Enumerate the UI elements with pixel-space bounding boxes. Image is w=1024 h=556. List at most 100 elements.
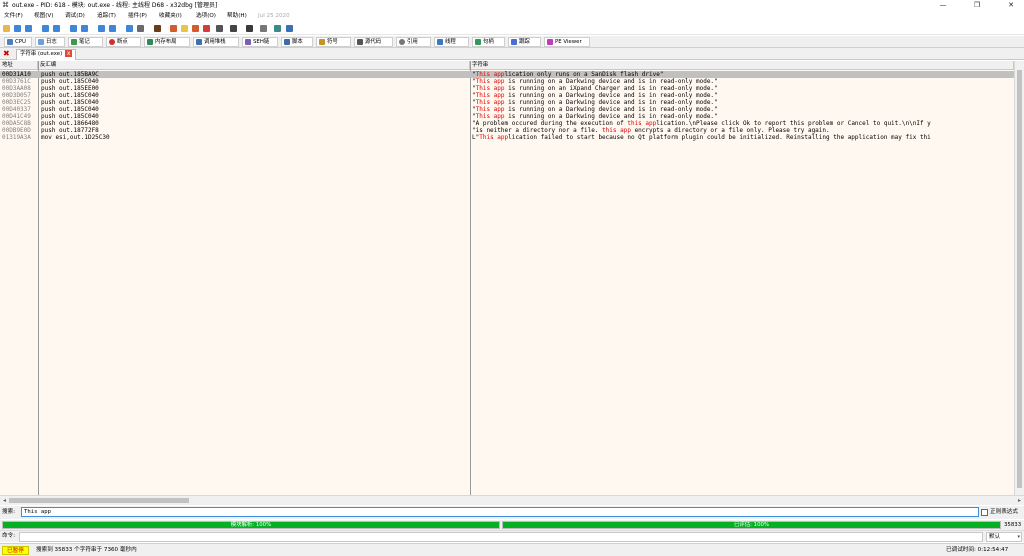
menu-options[interactable]: 选项(O)	[196, 13, 216, 20]
horizontal-scrollbar[interactable]: ◂ ▸	[0, 495, 1024, 505]
row-address: 00D3761C	[2, 78, 31, 85]
row-string: "This application only runs on a SanDisk…	[472, 71, 1014, 78]
tab-script[interactable]: 脚本	[281, 37, 313, 47]
vertical-scroll-thumb[interactable]	[1017, 70, 1022, 488]
row-string: L"This application failed to start becau…	[472, 134, 1014, 141]
table-row[interactable]: 00D31A10 push out.185BA9C "This applicatio…	[0, 71, 1014, 78]
calculator-icon[interactable]	[260, 25, 267, 32]
tab-source[interactable]: 源代码	[354, 37, 393, 47]
string-text: "A problem occured during the execution …	[472, 120, 628, 127]
close-window-button[interactable]: ✕	[1000, 0, 1022, 11]
table-row[interactable]: 00D3D057 push out.185C040 "This app is run…	[0, 92, 1014, 99]
table-row[interactable]: 00DA5C8B push out.1866480 "A problem occur…	[0, 120, 1014, 127]
evaluation-progress: 已评估: 100%	[502, 521, 1001, 529]
row-disassembly: push out.18772F8	[41, 127, 99, 134]
breakpoint-icon	[109, 38, 115, 45]
table-row[interactable]: 00D41C49 push out.185C040 "This app is run…	[0, 113, 1014, 120]
close-reference-panel-icon[interactable]: ✖	[3, 50, 11, 58]
row-string: "This app is running on a Darkwing devic…	[472, 78, 1014, 85]
help-icon[interactable]	[286, 25, 293, 32]
comments-icon[interactable]	[181, 25, 188, 32]
close-icon[interactable]	[25, 25, 32, 32]
step-into-icon[interactable]	[70, 25, 77, 32]
tab-strings-out-exe[interactable]: 字符串 (out.exe) x	[16, 49, 77, 60]
regex-checkbox[interactable]	[981, 509, 988, 516]
handles-icon	[475, 38, 481, 45]
tab-log[interactable]: 日志	[35, 37, 65, 47]
column-header-string[interactable]: 字符串	[470, 61, 1014, 70]
labels-icon[interactable]	[192, 25, 199, 32]
threads-icon	[437, 38, 443, 45]
minimize-button[interactable]: —	[932, 0, 954, 11]
table-row[interactable]: 00D40337 push out.185C040 "This app is run…	[0, 106, 1014, 113]
restart-icon[interactable]	[14, 25, 21, 32]
open-icon[interactable]	[3, 25, 10, 32]
tab-handles[interactable]: 句柄	[472, 37, 505, 47]
command-input[interactable]	[19, 532, 983, 542]
tab-pe-viewer[interactable]: PE Viewer	[544, 37, 590, 47]
horizontal-scroll-thumb[interactable]	[9, 498, 189, 503]
table-row[interactable]: 00D3EC25 push out.185C040 "This app is run…	[0, 99, 1014, 106]
bookmarks-icon[interactable]	[203, 25, 210, 32]
font-icon[interactable]	[246, 25, 253, 32]
search-input[interactable]	[21, 507, 979, 517]
source-code-icon	[357, 38, 363, 45]
string-text: lication failed to start because no Qt p…	[508, 134, 931, 141]
notes-icon	[71, 38, 77, 45]
scroll-right-arrow-icon[interactable]: ▸	[1015, 496, 1024, 506]
menu-favourites[interactable]: 收藏夹(I)	[159, 13, 182, 20]
functions-icon[interactable]	[216, 25, 223, 32]
column-header-disassembly[interactable]: 反汇编	[38, 61, 470, 70]
tab-memory-map[interactable]: 内存布局	[144, 37, 190, 47]
menu-help[interactable]: 帮助(H)	[227, 13, 247, 20]
step-over-icon[interactable]	[81, 25, 88, 32]
command-mode-select[interactable]: 默认 ▾	[986, 532, 1022, 542]
table-row[interactable]: 00D3761C push out.185C040 "This app is run…	[0, 78, 1014, 85]
menu-trace[interactable]: 追踪(T)	[97, 13, 116, 20]
column-header-address[interactable]: 地址	[0, 61, 38, 70]
cpu-icon	[7, 38, 13, 45]
row-address: 00DA5C8B	[2, 120, 31, 127]
menu-view[interactable]: 视图(V)	[34, 13, 53, 20]
log-icon	[38, 38, 44, 45]
tab-notes[interactable]: 笔记	[68, 37, 103, 47]
run-icon[interactable]	[42, 25, 49, 32]
reference-tab-label: 字符串 (out.exe)	[20, 51, 63, 57]
scylla-icon[interactable]	[154, 25, 161, 32]
close-tab-icon[interactable]: x	[65, 50, 73, 57]
tab-trace[interactable]: 跟踪	[508, 37, 541, 47]
search-match-highlight: This app	[475, 99, 505, 106]
menu-file[interactable]: 文件(F)	[4, 13, 23, 20]
cheatsheet-icon[interactable]	[274, 25, 281, 32]
menu-debug[interactable]: 调试(D)	[65, 13, 85, 20]
string-text: is running on a Darkwing device and is i…	[504, 106, 718, 113]
tab-breakpoints[interactable]: 断点	[106, 37, 141, 47]
tab-references[interactable]: 引用	[396, 37, 431, 47]
pause-icon[interactable]	[53, 25, 60, 32]
search-match-highlight: This app	[475, 71, 505, 78]
vertical-scrollbar[interactable]	[1014, 61, 1024, 495]
strings-reference-grid[interactable]: 地址 反汇编 字符串 00D31A10 push out.185BA9C "This…	[0, 61, 1014, 495]
menu-plugins[interactable]: 插件(P)	[128, 13, 147, 20]
command-label: 命令:	[2, 533, 16, 539]
table-row[interactable]: 01319A3A mov esi,out.1D25C30 L"This applic…	[0, 134, 1014, 141]
call-stack-icon	[196, 38, 202, 45]
tab-symbols[interactable]: 符号	[316, 37, 351, 47]
execute-till-return-icon[interactable]	[126, 25, 133, 32]
x32dbg-logo-icon: ⌘	[2, 1, 9, 9]
table-row[interactable]: 00D3AA08 push out.185EE00 "This app is run…	[0, 85, 1014, 92]
tab-seh-chain[interactable]: SEH链	[242, 37, 278, 47]
trace-into-icon[interactable]	[98, 25, 105, 32]
scroll-left-arrow-icon[interactable]: ◂	[0, 496, 9, 506]
search-match-highlight: This app	[479, 134, 509, 141]
run-to-user-code-icon[interactable]	[137, 25, 144, 32]
maximize-button[interactable]: ❐	[966, 0, 988, 11]
variables-icon[interactable]	[230, 25, 237, 32]
tab-call-stack[interactable]: 调用堆栈	[193, 37, 239, 47]
row-disassembly: push out.185C040	[41, 113, 99, 120]
patch-icon[interactable]	[170, 25, 177, 32]
tab-cpu[interactable]: CPU	[4, 37, 32, 47]
trace-over-icon[interactable]	[109, 25, 116, 32]
table-row[interactable]: 00DB9E0D push out.18772F8 "is neither a di…	[0, 127, 1014, 134]
tab-threads[interactable]: 线程	[434, 37, 469, 47]
